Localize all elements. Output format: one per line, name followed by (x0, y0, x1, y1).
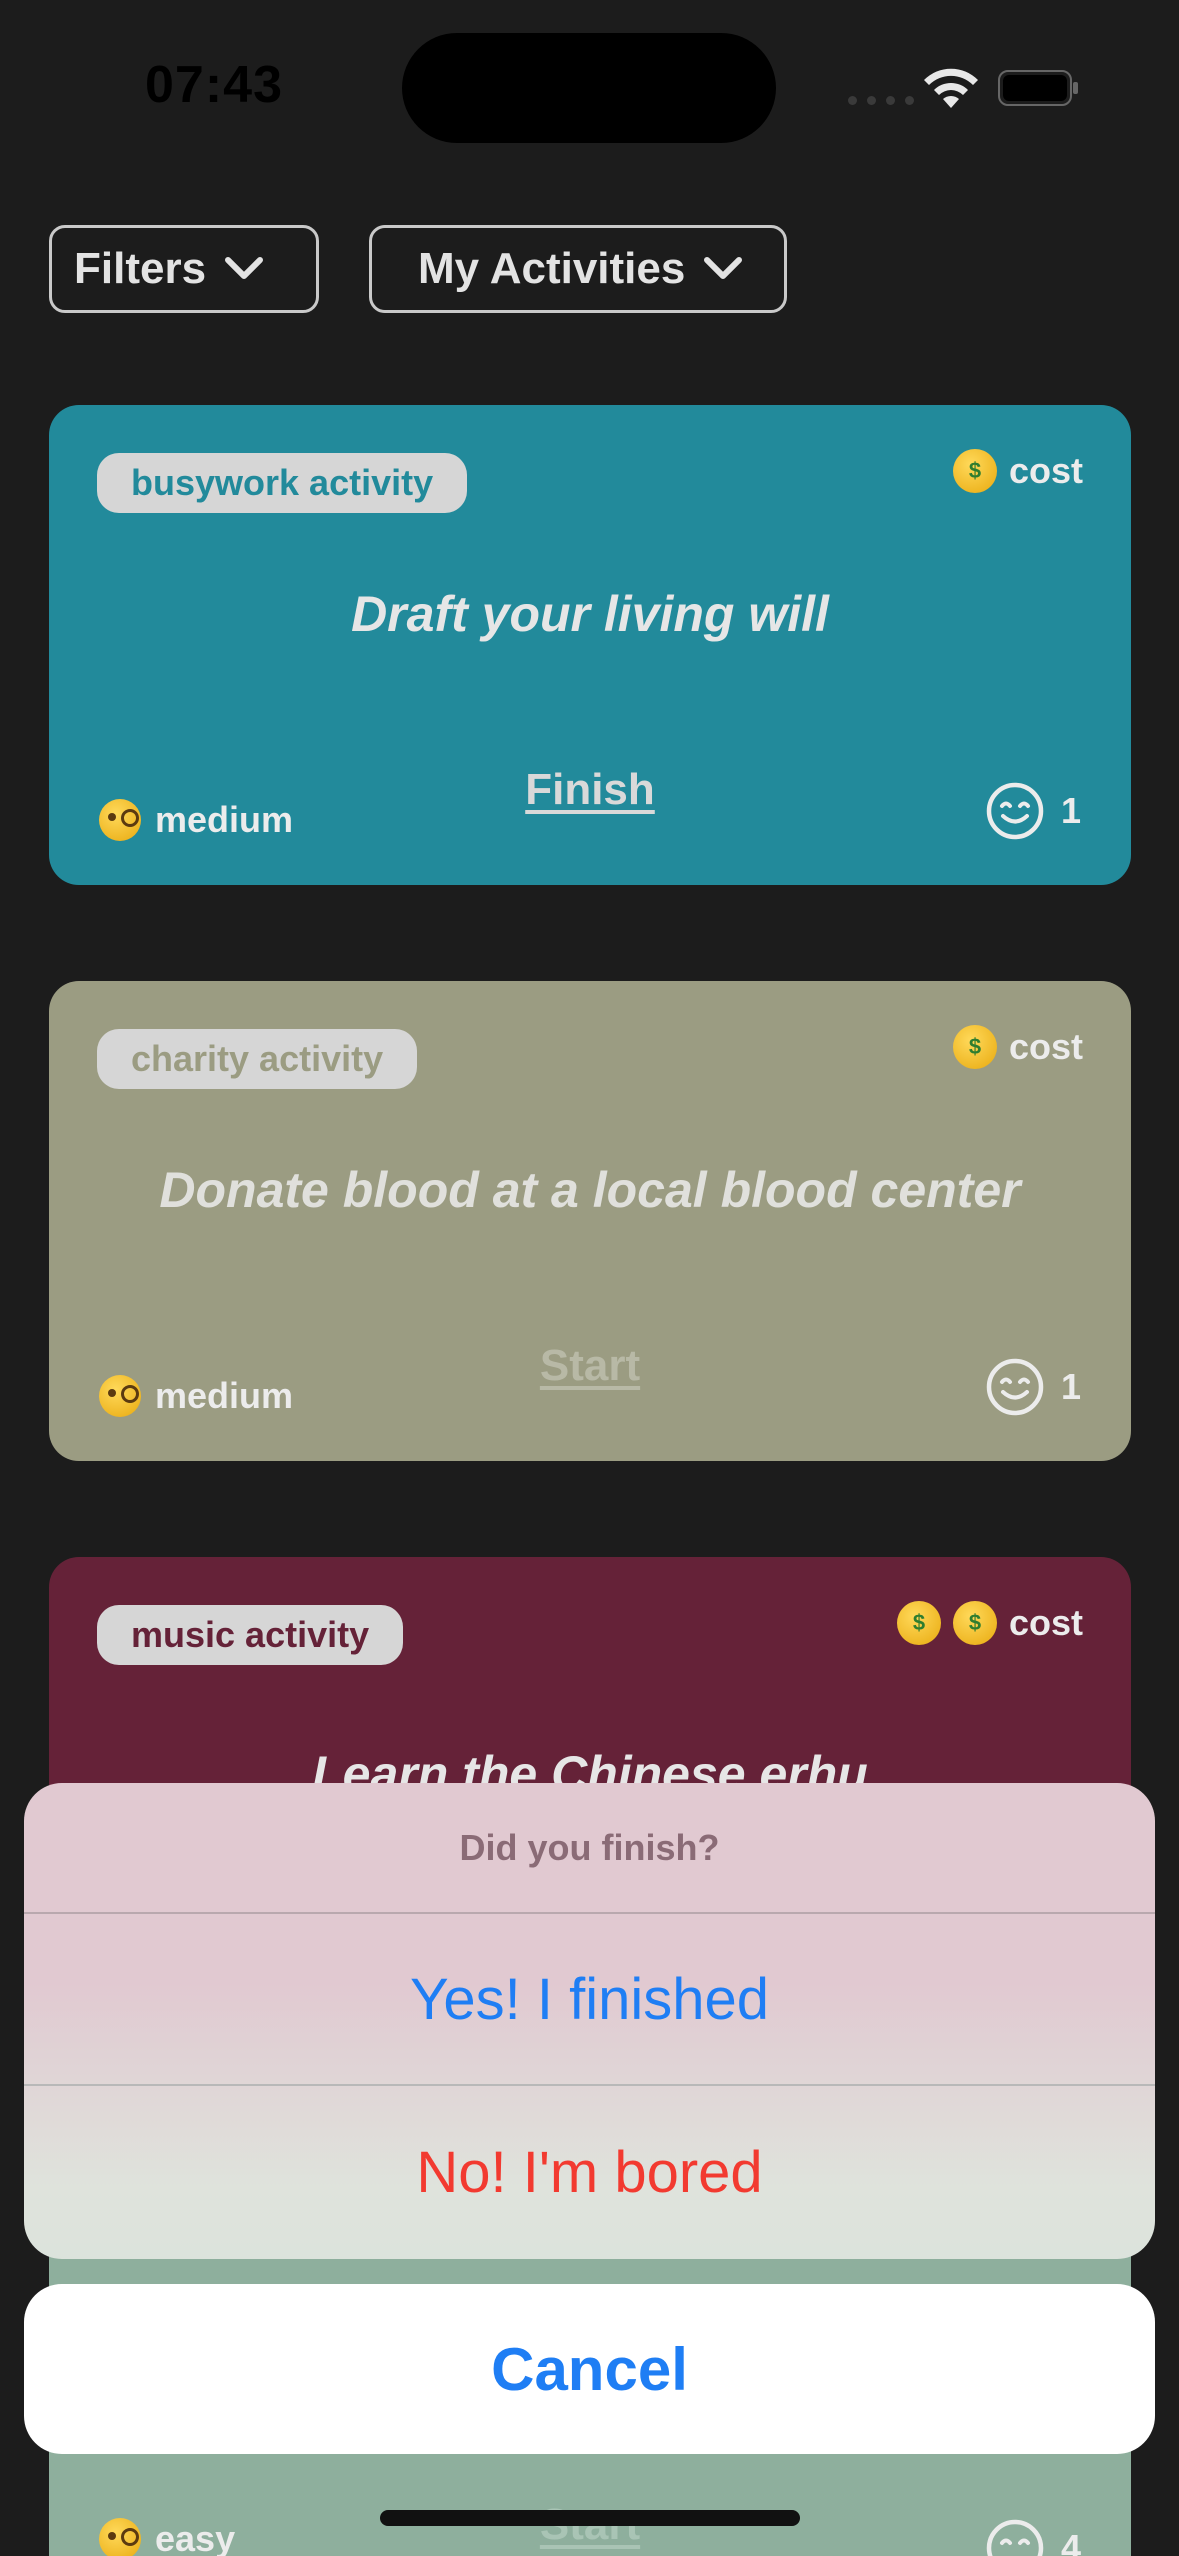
dynamic-island (402, 33, 776, 143)
no-bored-button[interactable]: No! I'm bored (24, 2086, 1155, 2258)
smile-face-icon (986, 2519, 1044, 2556)
monocle-face-icon (99, 1375, 141, 1417)
money-mouth-face-icon: $ (896, 1601, 941, 1645)
participants-indicator: 4 (985, 2518, 1081, 2556)
difficulty-label: medium (155, 799, 294, 840)
monocle-face-icon (99, 799, 141, 841)
my-activities-dropdown[interactable]: My Activities (369, 225, 787, 313)
difficulty-indicator: medium (99, 1375, 293, 1417)
money-mouth-face-icon: $ (952, 1025, 997, 1069)
difficulty-indicator: medium (99, 799, 293, 841)
cost-indicator: $ $ cost (896, 1601, 1083, 1645)
cost-label: cost (1008, 1602, 1083, 1643)
activity-title: Draft your living will (351, 586, 829, 642)
cost-label: cost (1008, 450, 1083, 491)
cost-indicator: $ cost (952, 449, 1083, 493)
activity-card[interactable]: busywork activity $ cost Draft your livi… (49, 405, 1131, 885)
chevron-down-icon (704, 257, 743, 279)
cost-label: cost (1008, 1026, 1083, 1067)
participants-count: 1 (1060, 1366, 1081, 1407)
participants-indicator: 1 (985, 781, 1081, 841)
cancel-button[interactable]: Cancel (24, 2284, 1155, 2454)
battery-icon (998, 70, 1078, 106)
participants-count: 1 (1060, 790, 1081, 831)
difficulty-label: medium (155, 1375, 294, 1416)
activity-type-tag: busywork activity (97, 453, 468, 513)
activity-type-tag: music activity (97, 1605, 404, 1665)
money-mouth-face-icon: $ (952, 449, 997, 493)
cellular-signal-icon (848, 96, 914, 105)
activity-type-tag: charity activity (97, 1029, 418, 1089)
action-sheet-title: Did you finish? (24, 1783, 1155, 1914)
filters-dropdown[interactable]: Filters (49, 225, 319, 313)
difficulty-label: easy (155, 2518, 236, 2556)
smile-face-icon (986, 782, 1044, 840)
activity-card[interactable]: charity activity $ cost Donate blood at … (49, 981, 1131, 1461)
home-indicator[interactable] (380, 2510, 800, 2526)
smile-face-icon (986, 1358, 1044, 1416)
yum-face-icon (99, 2518, 141, 2556)
activity-title: Donate blood at a local blood center (159, 1162, 1021, 1218)
money-mouth-face-icon: $ (952, 1601, 997, 1645)
chevron-down-icon (225, 257, 264, 279)
cost-indicator: $ cost (952, 1025, 1083, 1069)
status-time: 07:43 (145, 56, 283, 114)
yes-finished-button[interactable]: Yes! I finished (24, 1914, 1155, 2086)
action-sheet: Did you finish? Yes! I finished No! I'm … (24, 1783, 1155, 2259)
participants-indicator: 1 (985, 1357, 1081, 1417)
my-activities-label: My Activities (418, 244, 686, 293)
filters-label: Filters (74, 244, 207, 293)
wifi-icon (924, 68, 978, 108)
difficulty-indicator: easy (99, 2518, 235, 2556)
participants-count: 4 (1060, 2527, 1081, 2556)
